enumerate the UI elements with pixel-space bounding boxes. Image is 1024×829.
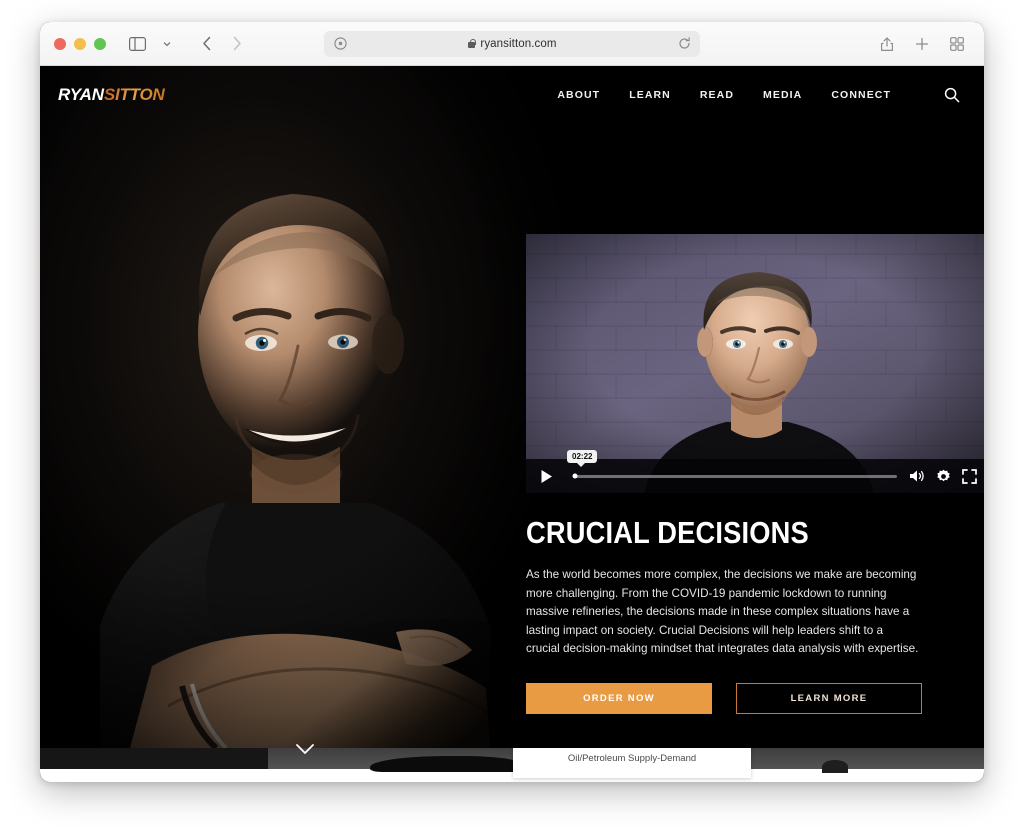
hero-portrait-image xyxy=(40,66,560,748)
next-section-dark-area xyxy=(40,748,268,769)
chevron-down-icon[interactable] xyxy=(295,742,315,760)
play-icon[interactable] xyxy=(535,465,557,487)
url-text: ryansitton.com xyxy=(480,37,557,50)
video-progress-slider[interactable]: 02:22 xyxy=(567,450,897,483)
next-section-person xyxy=(822,760,848,773)
nav-item-read[interactable]: READ xyxy=(700,89,734,101)
video-controls-bar: 02:22 xyxy=(526,450,984,493)
next-section-card-label: Oil/Petroleum Supply-Demand xyxy=(567,752,697,764)
site-logo[interactable]: RYANSITTON xyxy=(58,85,165,105)
browser-toolbar: ryansitton.com xyxy=(40,22,984,66)
cta-button-row: ORDER NOW LEARN MORE xyxy=(526,682,984,714)
main-navigation: ABOUT LEARN READ MEDIA CONNECT xyxy=(557,87,960,103)
privacy-shield-icon[interactable] xyxy=(332,36,348,52)
order-now-button[interactable]: ORDER NOW xyxy=(526,682,712,714)
url-display[interactable]: ryansitton.com xyxy=(348,38,676,50)
nav-item-learn[interactable]: LEARN xyxy=(629,89,671,101)
navigation-controls xyxy=(124,32,250,56)
portrait-graphic xyxy=(40,66,560,748)
close-window-button[interactable] xyxy=(54,37,66,50)
video-player[interactable]: 02:22 xyxy=(526,234,984,493)
fullscreen-icon[interactable] xyxy=(962,468,977,484)
page-title: CRUCIAL DECISIONS xyxy=(526,515,809,550)
reload-icon[interactable] xyxy=(676,36,692,52)
progress-track[interactable] xyxy=(572,473,897,479)
video-time-tooltip: 02:22 xyxy=(567,450,598,467)
nav-item-media[interactable]: MEDIA xyxy=(763,89,802,101)
forward-arrow-icon[interactable] xyxy=(224,32,250,56)
learn-more-button[interactable]: LEARN MORE xyxy=(736,682,922,714)
video-right-controls xyxy=(909,468,977,484)
webpage-viewport: RYANSITTON ABOUT LEARN READ MEDIA CONNEC… xyxy=(40,66,984,782)
logo-first-word: RYAN xyxy=(58,85,104,104)
next-section-preview: Oil/Petroleum Supply-Demand xyxy=(40,748,984,782)
gear-icon[interactable] xyxy=(936,469,951,484)
sidebar-toggle-icon[interactable] xyxy=(124,32,150,56)
share-icon[interactable] xyxy=(874,32,900,56)
address-bar[interactable]: ryansitton.com xyxy=(324,30,700,57)
back-arrow-icon[interactable] xyxy=(194,32,220,56)
nav-item-about[interactable]: ABOUT xyxy=(557,89,600,101)
search-icon[interactable] xyxy=(944,87,960,103)
tab-overview-icon[interactable] xyxy=(944,32,970,56)
window-controls xyxy=(54,37,106,50)
hero-paragraph: As the world becomes more complex, the d… xyxy=(526,568,919,656)
site-header: RYANSITTON ABOUT LEARN READ MEDIA CONNEC… xyxy=(40,66,984,124)
maximize-window-button[interactable] xyxy=(94,37,106,50)
logo-second-word: SITTON xyxy=(103,85,165,104)
nav-item-connect[interactable]: CONNECT xyxy=(831,89,891,101)
plus-icon[interactable] xyxy=(909,32,935,56)
sidebar-dropdown-icon[interactable] xyxy=(154,32,180,56)
next-section-card[interactable]: Oil/Petroleum Supply-Demand xyxy=(513,748,751,778)
progress-handle[interactable] xyxy=(572,473,578,479)
toolbar-right-actions xyxy=(874,32,970,56)
minimize-window-button[interactable] xyxy=(74,37,86,50)
browser-window: ryansitton.com RYANSITTON ABOUT LEARN RE… xyxy=(40,22,984,782)
hero-content-column: 02:22 CRUCIAL DECISIONS As the world bec… xyxy=(526,234,984,714)
lock-icon xyxy=(467,38,477,49)
next-section-object xyxy=(370,756,525,772)
volume-icon[interactable] xyxy=(909,469,925,483)
